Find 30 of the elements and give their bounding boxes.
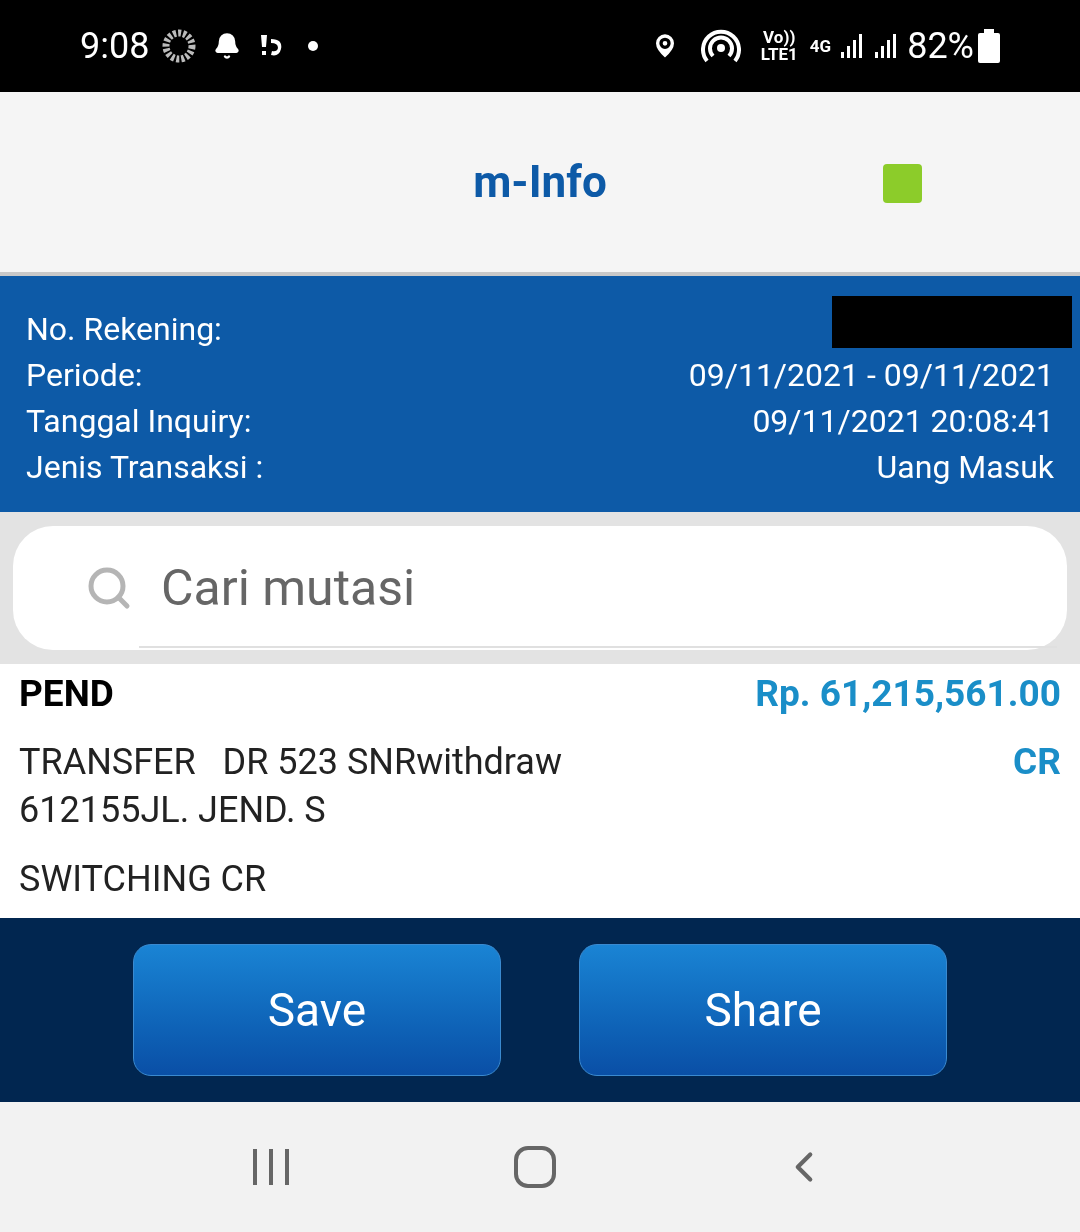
volte-label: Vo)) — [763, 29, 796, 46]
dot-icon — [307, 40, 320, 52]
transaction-status: PEND — [19, 671, 114, 718]
transaction-note: SWITCHING CR — [19, 857, 268, 902]
battery-icon — [978, 29, 1000, 63]
transaction-amount: Rp. 61,215,561.00 — [755, 671, 1061, 718]
home-icon[interactable] — [514, 1146, 556, 1188]
search-input[interactable]: Cari mutasi — [161, 550, 961, 626]
search-field[interactable]: Cari mutasi — [13, 526, 1067, 650]
app-title: m-Info — [473, 155, 607, 210]
loading-icon — [161, 28, 198, 64]
info-label: Tanggal Inquiry: — [26, 401, 252, 442]
info-value: 09/11/2021 - 09/11/2021 — [688, 355, 1054, 396]
info-value: 09/11/2021 20:08:41 — [752, 401, 1054, 442]
lte-label: LTE1 — [760, 46, 798, 63]
clock-time: 9:08 — [80, 24, 150, 69]
info-label: Jenis Transaksi : — [26, 447, 264, 488]
status-indicator — [883, 164, 922, 203]
info-value: Uang Masuk — [876, 447, 1054, 488]
hotspot-icon — [700, 28, 741, 64]
info-label: Periode: — [26, 355, 143, 396]
recent-apps-icon[interactable] — [251, 1147, 292, 1187]
bell-icon — [213, 32, 242, 60]
save-button[interactable]: Save — [133, 944, 501, 1076]
transaction-type: CR — [1013, 739, 1061, 785]
info-label: No. Rekening: — [26, 309, 222, 350]
share-button[interactable]: Share — [579, 944, 947, 1076]
transaction-description: TRANSFER DR 523 SNRwithdraw 612155JL. JEND. S — [19, 740, 563, 833]
network-label: 4G — [809, 37, 832, 55]
battery-percent: 82% — [907, 24, 974, 69]
